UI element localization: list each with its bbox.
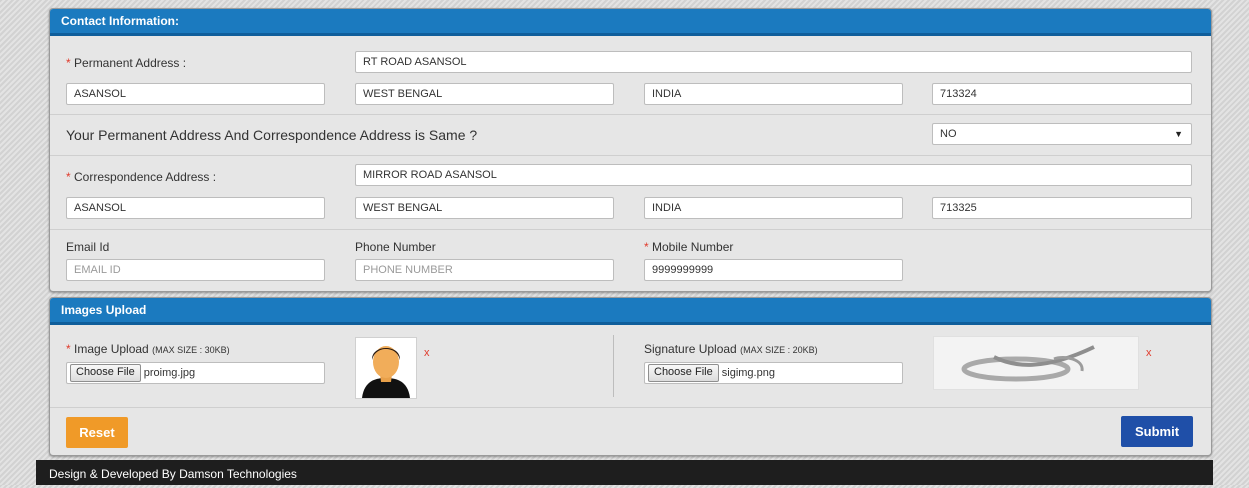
image-upload-label-text: Image Upload [74, 342, 149, 356]
email-label: Email Id [66, 240, 110, 254]
required-marker: * [66, 170, 71, 184]
required-marker: * [66, 342, 71, 356]
permanent-city-input[interactable]: ASANSOL [66, 83, 325, 105]
image-choose-file-button[interactable]: Choose File [70, 363, 141, 382]
correspondence-address-label-text: Correspondence Address : [74, 170, 217, 184]
signature-file-input[interactable]: Choose File sigimg.png [644, 362, 903, 384]
mobile-label-text: Mobile Number [652, 240, 734, 254]
image-file-name: proimg.jpg [143, 367, 196, 379]
signature-upload-label-text: Signature Upload [644, 342, 737, 356]
required-marker: * [644, 240, 649, 254]
submit-button[interactable]: Submit [1121, 416, 1193, 447]
form-actions: Reset Submit [50, 408, 1211, 455]
footer-credit: Design & Developed By Damson Technologie… [36, 460, 1213, 485]
correspondence-country-input[interactable]: INDIA [644, 197, 903, 219]
remove-image-button[interactable]: x [424, 347, 430, 359]
permanent-address-label-text: Permanent Address : [74, 56, 187, 70]
same-address-value: NO [940, 128, 957, 140]
signature-upload-label: Signature Upload (MAX SIZE : 20KB) [644, 342, 818, 356]
images-panel-title: Images Upload [50, 298, 1211, 325]
correspondence-state-input[interactable]: WEST BENGAL [355, 197, 614, 219]
reset-button[interactable]: Reset [66, 417, 128, 448]
phone-input[interactable]: PHONE NUMBER [355, 259, 614, 281]
mobile-input[interactable]: 9999999999 [644, 259, 903, 281]
signature-choose-file-button[interactable]: Choose File [648, 363, 719, 382]
permanent-address-label: * Permanent Address : [66, 56, 186, 70]
permanent-address-input[interactable]: RT ROAD ASANSOL [355, 51, 1192, 73]
signature-image-preview [933, 336, 1139, 390]
contact-numbers-section: Email Id EMAIL ID Phone Number PHONE NUM… [50, 230, 1211, 290]
upload-section: * Image Upload (MAX SIZE : 30KB) Choose … [50, 325, 1211, 408]
correspondence-address-label: * Correspondence Address : [66, 170, 216, 184]
chevron-down-icon: ▼ [1174, 129, 1183, 139]
correspondence-city-input[interactable]: ASANSOL [66, 197, 325, 219]
image-upload-label: * Image Upload (MAX SIZE : 30KB) [66, 342, 230, 356]
remove-signature-button[interactable]: x [1146, 347, 1152, 359]
correspondence-pin-input[interactable]: 713325 [932, 197, 1192, 219]
same-address-question: Your Permanent Address And Correspondenc… [66, 127, 478, 143]
mobile-label: * Mobile Number [644, 240, 733, 254]
correspondence-address-section: * Correspondence Address : MIRROR ROAD A… [50, 156, 1211, 230]
signature-icon [961, 345, 1095, 382]
same-address-section: Your Permanent Address And Correspondenc… [50, 115, 1211, 156]
required-marker: * [66, 56, 71, 70]
phone-label: Phone Number [355, 240, 436, 254]
same-address-select[interactable]: NO ▼ [932, 123, 1192, 145]
contact-panel-title: Contact Information: [50, 9, 1211, 36]
correspondence-address-input[interactable]: MIRROR ROAD ASANSOL [355, 164, 1192, 186]
image-size-hint: (MAX SIZE : 30KB) [152, 345, 230, 355]
permanent-address-section: * Permanent Address : RT ROAD ASANSOL AS… [50, 36, 1211, 115]
contact-panel: Contact Information: * Permanent Address… [49, 8, 1212, 292]
signature-file-name: sigimg.png [721, 367, 775, 379]
permanent-pin-input[interactable]: 713324 [932, 83, 1192, 105]
upload-divider [613, 335, 614, 397]
image-file-input[interactable]: Choose File proimg.jpg [66, 362, 325, 384]
permanent-country-input[interactable]: INDIA [644, 83, 903, 105]
email-input[interactable]: EMAIL ID [66, 259, 325, 281]
images-panel: Images Upload * Image Upload (MAX SIZE :… [49, 297, 1212, 456]
avatar-icon [362, 346, 410, 398]
profile-image-preview [355, 337, 417, 399]
permanent-state-input[interactable]: WEST BENGAL [355, 83, 614, 105]
signature-size-hint: (MAX SIZE : 20KB) [740, 345, 818, 355]
